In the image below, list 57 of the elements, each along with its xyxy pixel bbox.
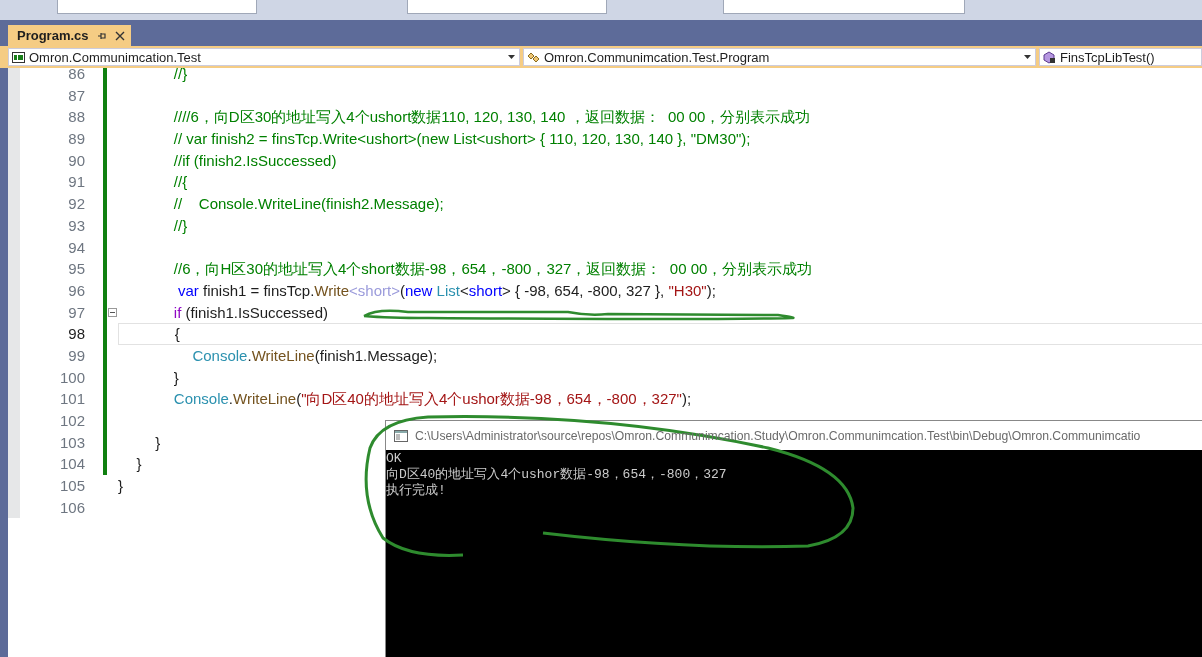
code-line: //{ <box>172 173 188 191</box>
code-line: ////6，向D区30的地址写入4个ushort数据110, 120, 130, 140 ，返回数据： 00 00，分别表示成功 <box>172 108 811 126</box>
line-number: 94 <box>8 236 85 259</box>
code-line: var finish1 = finsTcp.Write<short>(new List<short> { -98, 654, -800, 327 }, "H30"); <box>176 281 716 299</box>
close-icon[interactable] <box>114 30 125 41</box>
line-number: 105 <box>8 475 85 497</box>
pin-icon[interactable] <box>96 30 107 41</box>
code-line: // var finish2 = finsTcp.Write<ushort>(new List<ushort> { 110, 120, 130, 140 }, "DM30"); <box>172 130 751 148</box>
code-line: } <box>154 433 161 451</box>
line-number: 101 <box>8 388 85 410</box>
line-number: 87 <box>8 84 85 107</box>
console-icon <box>394 429 408 442</box>
collapse-icon[interactable] <box>108 307 117 317</box>
line-number: 92 <box>8 193 85 215</box>
input-field[interactable] <box>723 0 965 14</box>
navigation-dropdown[interactable]: Omron.Communimcation.Test <box>8 48 520 66</box>
method-icon <box>1043 50 1056 64</box>
line-number: 89 <box>8 128 85 150</box>
code-line: } <box>118 477 123 495</box>
line-number: 99 <box>8 344 85 367</box>
console-output-line: 执行完成! <box>386 483 447 499</box>
line-number: 86 <box>8 68 85 85</box>
code-line: { <box>173 325 180 343</box>
code-line: } <box>135 455 142 473</box>
file-tab[interactable]: Program.cs <box>8 25 131 46</box>
caret-icon <box>508 55 515 59</box>
line-number: 93 <box>8 214 85 237</box>
code-line: //} <box>172 216 188 234</box>
line-number: 96 <box>8 279 85 302</box>
console-output-line: 向D区40的地址写入4个ushor数据-98，654，-800，327 <box>386 467 728 483</box>
code-line: if (finish1.IsSuccessed) <box>172 303 329 321</box>
line-number: 106 <box>8 496 85 519</box>
input-field[interactable] <box>407 0 607 14</box>
line-number: 97 <box>8 301 85 324</box>
csharp-file-icon <box>12 50 25 64</box>
code-line: Console.WriteLine(finish1.Message); <box>191 346 438 364</box>
line-number: 88 <box>8 106 85 129</box>
input-field[interactable] <box>57 0 257 14</box>
line-number: 90 <box>8 149 85 172</box>
code-line: } <box>172 368 179 386</box>
line-number: 103 <box>8 431 85 454</box>
line-number: 100 <box>8 366 85 389</box>
line-number: 91 <box>8 171 85 194</box>
caret-icon <box>1024 55 1031 59</box>
line-number: 95 <box>8 258 85 280</box>
line-number: 102 <box>8 410 85 432</box>
line-number: 98 <box>8 323 85 345</box>
code-line: Console.WriteLine("向D区40的地址写入4个ushor数据-98，654，-800，327"); <box>172 390 692 408</box>
code-line: //6，向H区30的地址写入4个short数据-98，654，-800，327，返回数据： 00 00，分别表示成功 <box>172 260 813 278</box>
class-icon <box>527 50 540 64</box>
code-line: //} <box>172 68 188 82</box>
line-number: 104 <box>8 453 85 476</box>
code-line: // Console.WriteLine(finish2.Message); <box>172 195 444 213</box>
console-output-line: OK <box>386 451 403 467</box>
navigation-dropdown[interactable]: Omron.Communimcation.Test.Program <box>523 48 1036 66</box>
code-line: //if (finish2.IsSuccessed) <box>172 151 337 169</box>
navigation-dropdown[interactable]: FinsTcpLibTest() <box>1039 48 1202 66</box>
